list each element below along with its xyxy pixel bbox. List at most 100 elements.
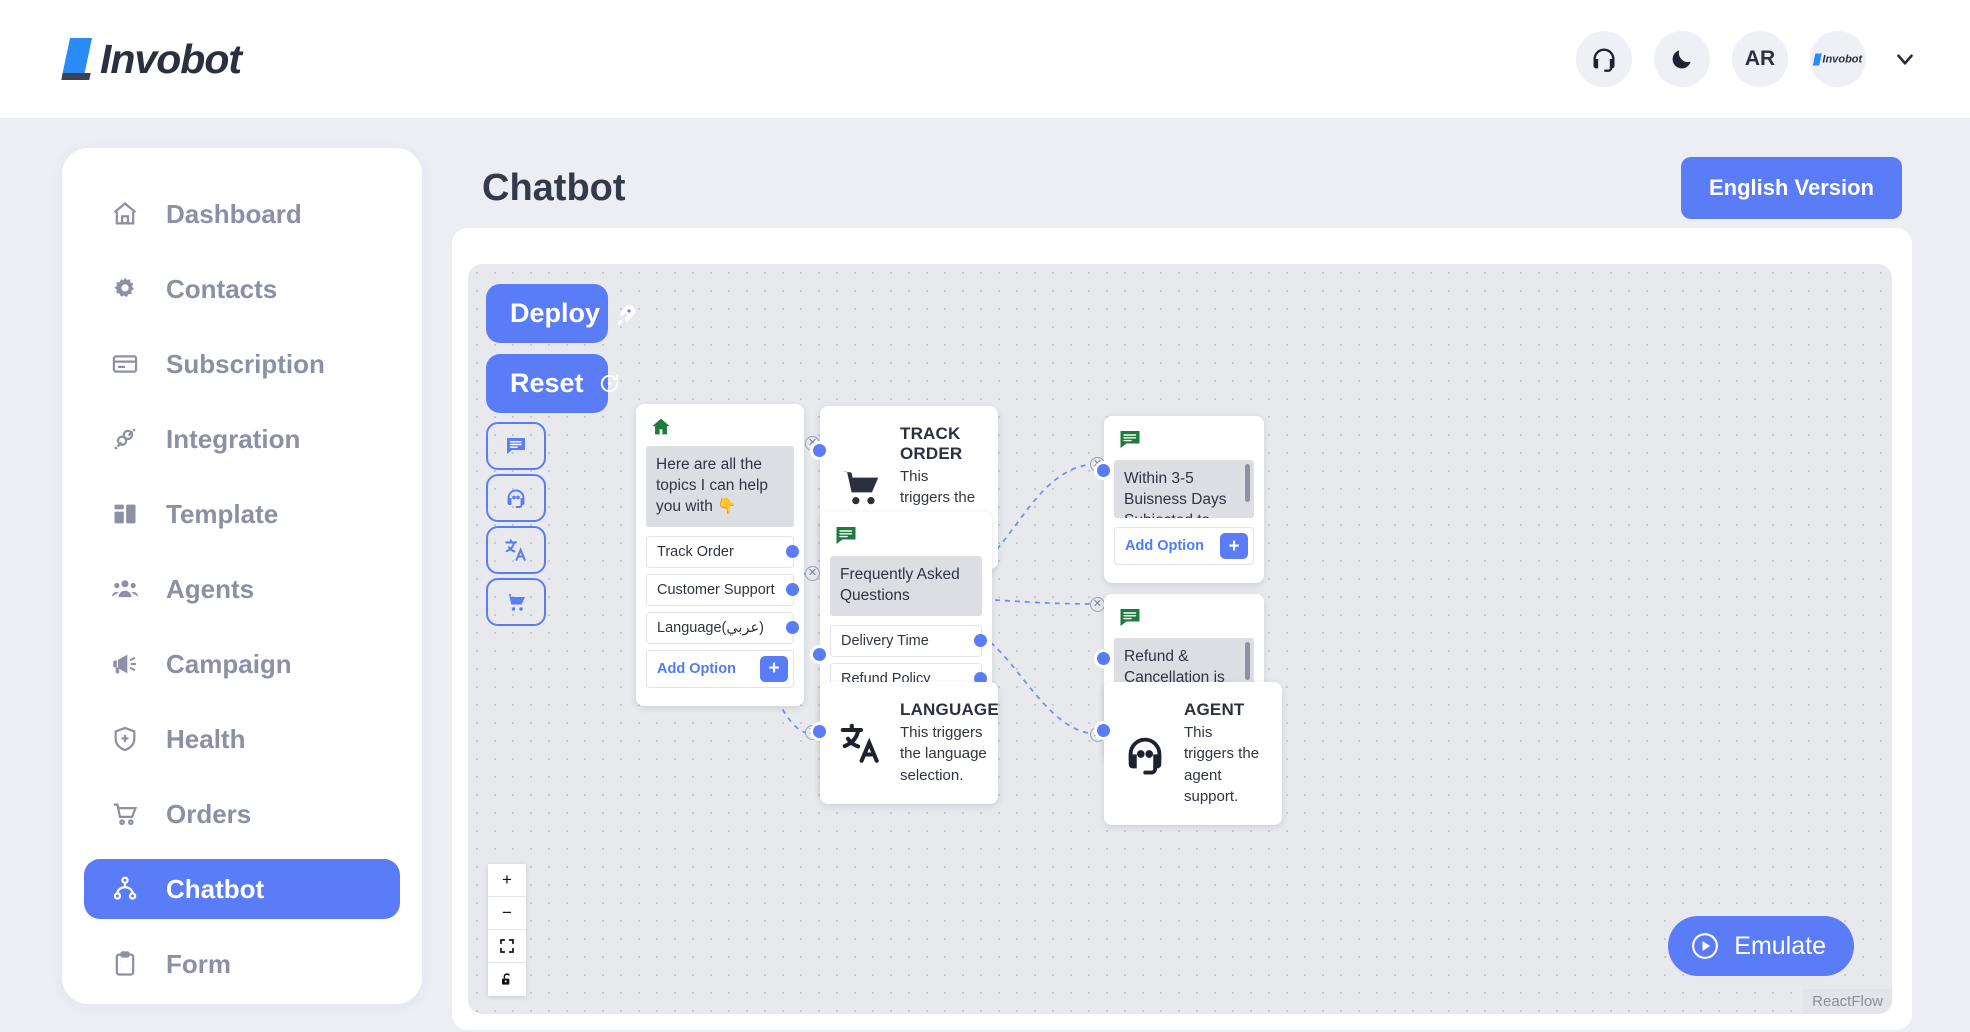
- message-icon: [1118, 606, 1254, 630]
- fit-view-button[interactable]: [488, 930, 526, 963]
- option-label: Track Order: [657, 543, 734, 560]
- message-tool-button[interactable]: [486, 422, 546, 470]
- layout-icon: [110, 499, 140, 529]
- edge-delete-button[interactable]: ✕: [1090, 597, 1105, 612]
- plus-icon[interactable]: +: [1220, 533, 1248, 559]
- node-handle[interactable]: [1097, 724, 1110, 737]
- sidebar-item-contacts[interactable]: Contacts: [84, 259, 400, 319]
- emulate-button[interactable]: Emulate: [1668, 916, 1854, 976]
- node-title: LANGUAGE: [900, 700, 999, 719]
- node-language[interactable]: LANGUAGE This triggers the language sele…: [813, 682, 999, 804]
- option-handle[interactable]: [786, 545, 799, 559]
- option-row[interactable]: Track Order: [646, 535, 799, 568]
- canvas-card: Deploy Reset Here are all the topics I c…: [452, 228, 1912, 1030]
- refresh-icon: [598, 372, 621, 395]
- deploy-button[interactable]: Deploy: [486, 284, 636, 343]
- add-option-label: Add Option: [657, 660, 736, 677]
- sitemap-icon: [110, 874, 140, 904]
- node-handle[interactable]: [813, 725, 826, 738]
- gear-icon: [110, 274, 140, 304]
- sidebar-item-label: Agents: [166, 573, 255, 604]
- sidebar-item-label: Template: [166, 498, 279, 529]
- add-option-button[interactable]: Add Option +: [646, 649, 794, 688]
- add-option-button[interactable]: Add Option +: [1114, 527, 1254, 565]
- translate-icon: [503, 537, 529, 563]
- order-tool-button[interactable]: [486, 578, 546, 626]
- page-title: Chatbot: [482, 166, 626, 209]
- home-icon: [650, 416, 794, 438]
- headset-icon: [1122, 731, 1168, 777]
- option-handle[interactable]: [786, 621, 799, 635]
- sidebar-item-form[interactable]: Form: [84, 934, 400, 994]
- node-agent[interactable]: AGENT This triggers the agent support.: [1097, 682, 1282, 826]
- sidebar-item-agents[interactable]: Agents: [84, 559, 400, 619]
- sidebar-item-orders[interactable]: Orders: [84, 784, 400, 844]
- people-icon: [110, 574, 140, 604]
- delivery-answer-message[interactable]: Within 3-5 Buisness Days Subjected to Sh…: [1114, 460, 1254, 518]
- headset-icon: [504, 486, 528, 510]
- message-icon: [834, 524, 982, 548]
- brand-logo[interactable]: Invobot: [60, 35, 242, 83]
- node-handle[interactable]: [813, 444, 826, 457]
- megaphone-icon: [110, 649, 140, 679]
- sidebar-item-integration[interactable]: Integration: [84, 409, 400, 469]
- plus-icon[interactable]: +: [760, 655, 788, 682]
- shield-plus-icon: [110, 724, 140, 754]
- zoom-in-button[interactable]: +: [488, 864, 526, 897]
- support-button[interactable]: [1576, 31, 1632, 87]
- sidebar-item-subscription[interactable]: Subscription: [84, 334, 400, 394]
- deploy-label: Deploy: [510, 298, 601, 328]
- sidebar-item-campaign[interactable]: Campaign: [84, 634, 400, 694]
- sidebar-item-label: Campaign: [166, 648, 292, 679]
- node-handle[interactable]: [1097, 652, 1110, 665]
- faq-message: Frequently Asked Questions: [830, 556, 982, 616]
- agent-tool-button[interactable]: [486, 474, 546, 522]
- moon-icon: [1669, 46, 1695, 72]
- option-row[interactable]: Delivery Time: [830, 624, 987, 657]
- chevron-down-icon[interactable]: [1892, 46, 1918, 72]
- header-actions: AR Invobot: [1576, 31, 1918, 87]
- sidebar-item-label: Subscription: [166, 348, 325, 379]
- avatar[interactable]: Invobot: [1810, 31, 1866, 87]
- zoom-out-button[interactable]: −: [488, 897, 526, 930]
- add-option-label: Add Option: [1125, 538, 1204, 554]
- node-start[interactable]: Here are all the topics I can help you w…: [636, 404, 804, 706]
- option-handle[interactable]: [786, 583, 799, 597]
- lock-button[interactable]: [488, 963, 526, 996]
- option-handle[interactable]: [974, 634, 987, 648]
- language-tool-button[interactable]: [486, 526, 546, 574]
- edge-delete-button[interactable]: ✕: [805, 566, 820, 581]
- sidebar-item-template[interactable]: Template: [84, 484, 400, 544]
- headset-icon: [1590, 45, 1618, 73]
- flow-canvas[interactable]: Deploy Reset Here are all the topics I c…: [468, 264, 1892, 1014]
- sidebar-item-health[interactable]: Health: [84, 709, 400, 769]
- english-version-button[interactable]: English Version: [1680, 157, 1902, 219]
- language-switch-button[interactable]: AR: [1732, 31, 1788, 87]
- option-row[interactable]: Customer Support: [646, 573, 799, 606]
- node-handle[interactable]: [1097, 464, 1110, 477]
- node-delivery-answer[interactable]: Within 3-5 Buisness Days Subjected to Sh…: [1097, 416, 1264, 583]
- sidebar-item-label: Chatbot: [166, 873, 265, 904]
- start-message: Here are all the topics I can help you w…: [646, 446, 794, 527]
- app-header: Invobot AR Invobot: [0, 0, 1970, 119]
- sidebar-item-label: Contacts: [166, 273, 278, 304]
- lock-icon: [499, 972, 515, 988]
- reactflow-attribution[interactable]: ReactFlow: [1803, 989, 1892, 1014]
- fit-view-icon: [499, 938, 515, 954]
- sidebar-item-chatbot[interactable]: Chatbot: [84, 859, 400, 919]
- credit-card-icon: [110, 349, 140, 379]
- avatar-logo-icon: Invobot: [1812, 53, 1862, 65]
- option-row[interactable]: Language(عربي): [646, 611, 799, 644]
- brand-name: Invobot: [100, 35, 242, 82]
- option-label: Language(عربي): [657, 619, 764, 636]
- reset-button[interactable]: Reset: [486, 354, 618, 413]
- sidebar: Dashboard Contacts Subscription Integrat…: [62, 148, 422, 1004]
- sidebar-item-label: Dashboard: [166, 198, 302, 229]
- sidebar-item-label: Integration: [166, 423, 301, 454]
- cart-icon: [838, 465, 884, 511]
- clipboard-icon: [110, 949, 140, 979]
- cart-icon: [110, 799, 140, 829]
- theme-toggle-button[interactable]: [1654, 31, 1710, 87]
- node-handle[interactable]: [813, 648, 826, 661]
- sidebar-item-dashboard[interactable]: Dashboard: [84, 184, 400, 244]
